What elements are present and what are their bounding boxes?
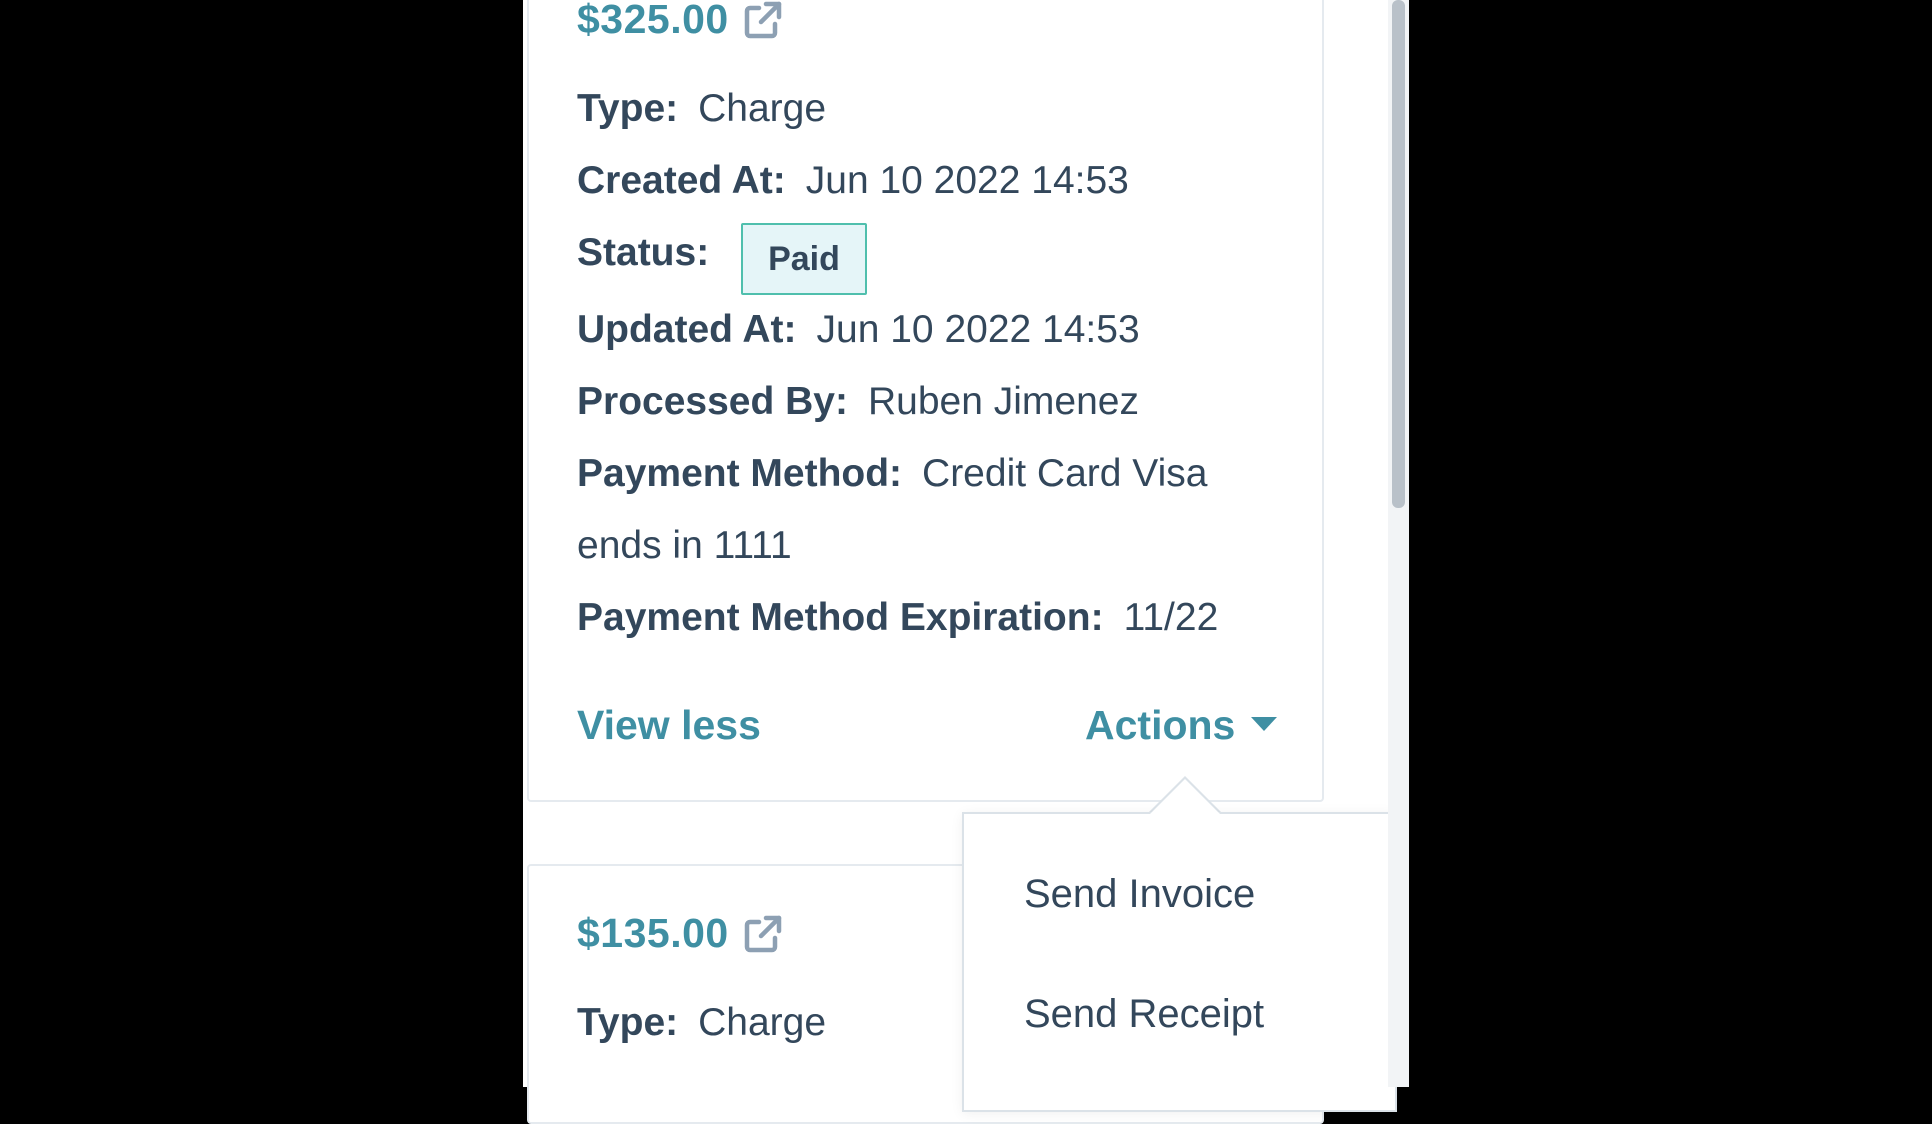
payment-amount-row: $325.00	[577, 0, 783, 43]
view-less-link[interactable]: View less	[577, 702, 761, 749]
payment-amount-link[interactable]: $135.00	[577, 910, 729, 957]
created-at-label: Created At:	[577, 159, 786, 202]
type-field: Type: Charge	[577, 1000, 826, 1047]
payment-method-value: Credit Card Visa	[922, 452, 1208, 495]
status-field: Status:	[577, 230, 709, 277]
payment-expiration-value: 11/22	[1123, 596, 1219, 639]
payment-amount-row: $135.00	[577, 910, 783, 957]
type-value: Charge	[698, 1001, 827, 1044]
processed-by-value: Ruben Jimenez	[867, 380, 1139, 423]
payment-expiration-field: Payment Method Expiration: 11/22	[577, 595, 1218, 642]
status-badge: Paid	[741, 223, 867, 295]
type-label: Type:	[577, 1001, 679, 1044]
external-link-icon[interactable]	[743, 0, 783, 40]
dropdown-pointer-fill	[1149, 779, 1221, 815]
actions-label: Actions	[1085, 702, 1236, 748]
payment-method-field: Payment Method: Credit Card Visa	[577, 451, 1207, 498]
payment-expiration-label: Payment Method Expiration:	[577, 596, 1104, 639]
screen-backdrop: $325.00 Type: Charge Created At: Jun 10 20…	[0, 0, 1932, 1124]
send-receipt-menu-item[interactable]: Send Receipt	[1024, 992, 1264, 1037]
created-at-field: Created At: Jun 10 2022 14:53	[577, 158, 1129, 205]
actions-dropdown-menu	[962, 812, 1397, 1112]
processed-by-field: Processed By: Ruben Jimenez	[577, 379, 1139, 426]
updated-at-value: Jun 10 2022 14:53	[816, 308, 1140, 351]
type-label: Type:	[577, 87, 679, 130]
send-invoice-menu-item[interactable]: Send Invoice	[1024, 872, 1255, 917]
payment-amount-link[interactable]: $325.00	[577, 0, 729, 43]
payment-method-value-continued: ends in 1111	[577, 523, 792, 570]
caret-down-icon	[1251, 717, 1278, 732]
status-label: Status:	[577, 231, 710, 274]
processed-by-label: Processed By:	[577, 380, 848, 423]
external-link-icon[interactable]	[743, 914, 783, 954]
updated-at-field: Updated At: Jun 10 2022 14:53	[577, 307, 1140, 354]
type-value: Charge	[698, 87, 827, 130]
updated-at-label: Updated At:	[577, 308, 797, 351]
actions-dropdown-button[interactable]: Actions	[1085, 702, 1278, 749]
created-at-value: Jun 10 2022 14:53	[805, 159, 1129, 202]
payment-method-value-line2: ends in 1111	[577, 524, 792, 567]
payment-method-label: Payment Method:	[577, 452, 903, 495]
type-field: Type: Charge	[577, 86, 826, 133]
scrollbar-thumb[interactable]	[1392, 0, 1405, 508]
